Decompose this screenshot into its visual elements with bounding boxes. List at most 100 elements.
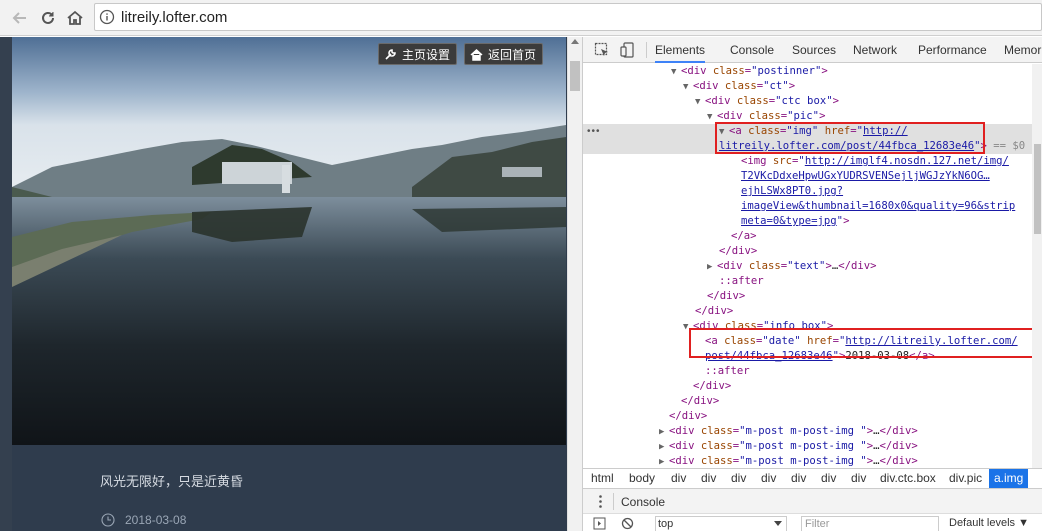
dom-node-postinner[interactable]: ▼ <div class="postinner"> bbox=[583, 64, 1033, 79]
dom-close-div[interactable]: </div> bbox=[583, 289, 1033, 304]
page-viewport: 主页设置 返回首页 风光无限好，只是近黄昏 2018-03-08 bbox=[0, 37, 567, 531]
attr-value: "text" bbox=[787, 260, 826, 272]
attr-value: "m-post m-post-img " bbox=[739, 440, 867, 452]
post-photo[interactable] bbox=[12, 37, 566, 445]
dom-node-m-post[interactable]: ▶ <div class="m-post m-post-img ">…</div> bbox=[583, 439, 1033, 454]
tab-memory[interactable]: Memor bbox=[1004, 37, 1041, 63]
home-icon bbox=[67, 10, 83, 25]
page-scroll-thumb[interactable] bbox=[570, 61, 580, 91]
filter-placeholder: Filter bbox=[805, 518, 830, 530]
dom-close-div[interactable]: </div> bbox=[583, 409, 1033, 424]
back-to-home-button[interactable]: 返回首页 bbox=[464, 43, 544, 65]
crumb-div[interactable]: div bbox=[791, 469, 806, 488]
home-button[interactable] bbox=[63, 6, 87, 30]
toolbar-separator bbox=[646, 42, 647, 58]
highlight-box-date-link bbox=[689, 328, 1037, 358]
dom-node-img[interactable]: <img src="http://imglf4.nosdn.127.net/im… bbox=[583, 154, 1033, 169]
crumb-html[interactable]: html bbox=[591, 469, 614, 488]
src-link[interactable]: ejhLSWx8PT0.jpg? bbox=[741, 185, 843, 197]
dom-scrollbar[interactable] bbox=[1032, 64, 1042, 468]
collapsed-triangle-icon[interactable]: ▶ bbox=[659, 455, 669, 468]
dom-tree[interactable]: ▼ <div class="postinner"> ▼ <div class="ct… bbox=[583, 64, 1042, 468]
pseudo-element: ::after bbox=[719, 275, 764, 287]
more-actions-icon[interactable]: ••• bbox=[587, 126, 601, 137]
dom-node-img-src-3[interactable]: ejhLSWx8PT0.jpg? bbox=[583, 184, 1033, 199]
post-date: 2018-03-08 bbox=[125, 513, 187, 527]
crumb-div[interactable]: div bbox=[821, 469, 836, 488]
crumb-div[interactable]: div bbox=[671, 469, 686, 488]
drawer-tabbar: Console bbox=[583, 488, 1042, 513]
crumb-div[interactable]: div bbox=[851, 469, 866, 488]
dom-pseudo-after[interactable]: ::after bbox=[583, 274, 1033, 289]
context-select[interactable]: top bbox=[655, 516, 787, 531]
tab-console[interactable]: Console bbox=[730, 37, 774, 63]
dom-close-div[interactable]: </div> bbox=[583, 244, 1033, 259]
crumb-div[interactable]: div bbox=[701, 469, 716, 488]
attr-value: "postinner" bbox=[751, 65, 822, 77]
page-scrollbar[interactable] bbox=[567, 37, 582, 531]
src-link[interactable]: http://imglf4.nosdn.127.net/img/ bbox=[805, 155, 1009, 167]
crumb-div-ctc-box[interactable]: div.ctc.box bbox=[880, 469, 936, 488]
inspect-element-icon[interactable] bbox=[593, 41, 611, 59]
src-link[interactable]: meta=0&type=jpg bbox=[741, 215, 837, 227]
dom-close-div[interactable]: </div> bbox=[583, 394, 1033, 409]
console-filter-input[interactable]: Filter bbox=[801, 516, 939, 531]
clear-console-icon[interactable] bbox=[621, 517, 634, 530]
expanded-triangle-icon[interactable]: ▼ bbox=[683, 80, 693, 95]
tab-network[interactable]: Network bbox=[853, 37, 897, 63]
dom-pseudo-after[interactable]: ::after bbox=[583, 364, 1033, 379]
device-toolbar-icon[interactable] bbox=[619, 41, 637, 59]
dom-node-img-src-2[interactable]: T2VKcDdxeHpwUGxYUDRSVENSejljWGJzYkN6OG… bbox=[583, 169, 1033, 184]
reload-button[interactable] bbox=[36, 6, 60, 30]
drawer-menu-icon[interactable] bbox=[599, 495, 602, 508]
dom-node-ctc-box[interactable]: ▼ <div class="ctc box"> bbox=[583, 94, 1033, 109]
browser-toolbar: litreily.lofter.com bbox=[0, 0, 1042, 36]
console-toolbar: top Filter Default levels ▼ bbox=[583, 513, 1042, 531]
src-link[interactable]: T2VKcDdxeHpwUGxYUDRSVENSejljWGJzYkN6OG… bbox=[741, 170, 990, 182]
sidebar-toggle-icon[interactable] bbox=[593, 517, 606, 530]
log-levels-dropdown[interactable]: Default levels ▼ bbox=[949, 517, 1029, 529]
expanded-triangle-icon[interactable]: ▼ bbox=[671, 65, 681, 80]
dom-node-ct[interactable]: ▼ <div class="ct"> bbox=[583, 79, 1033, 94]
attr-name: class bbox=[700, 455, 733, 467]
info-icon bbox=[99, 9, 115, 25]
dom-close-a[interactable]: </a> bbox=[583, 229, 1033, 244]
tab-performance[interactable]: Performance bbox=[918, 37, 987, 63]
dom-close-div[interactable]: </div> bbox=[583, 379, 1033, 394]
dom-node-img-src-4[interactable]: imageView&thumbnail=1680x0&quality=96&st… bbox=[583, 199, 1033, 214]
post-date-row[interactable]: 2018-03-08 bbox=[101, 513, 186, 527]
scroll-up-arrow-icon[interactable] bbox=[571, 39, 579, 44]
src-link[interactable]: imageView&thumbnail=1680x0&quality=96&st… bbox=[741, 200, 1015, 212]
dom-node-text[interactable]: ▶ <div class="text">…</div> bbox=[583, 259, 1033, 274]
attr-name: class bbox=[748, 260, 781, 272]
home-settings-button[interactable]: 主页设置 bbox=[378, 43, 458, 65]
expanded-triangle-icon[interactable]: ▼ bbox=[695, 95, 705, 110]
collapsed-triangle-icon[interactable]: ▶ bbox=[659, 440, 669, 455]
dom-node-img-src-5[interactable]: meta=0&type=jpg"> bbox=[583, 214, 1033, 229]
attr-name: class bbox=[724, 80, 757, 92]
reload-icon bbox=[42, 11, 54, 24]
attr-name: class bbox=[700, 440, 733, 452]
collapsed-triangle-icon[interactable]: ▶ bbox=[659, 425, 669, 440]
collapsed-triangle-icon[interactable]: ▶ bbox=[707, 260, 717, 275]
drawer-separator bbox=[613, 493, 614, 510]
drawer-tab-console[interactable]: Console bbox=[621, 495, 665, 509]
back-button[interactable] bbox=[8, 6, 32, 30]
dom-scroll-thumb[interactable] bbox=[1034, 144, 1041, 234]
wrench-icon bbox=[385, 48, 396, 60]
pseudo-element: ::after bbox=[705, 365, 750, 377]
crumb-a-img[interactable]: a.img bbox=[989, 469, 1029, 488]
dom-close-div[interactable]: </div> bbox=[583, 304, 1033, 319]
attr-name: class bbox=[748, 110, 781, 122]
attr-name: class bbox=[736, 95, 769, 107]
dom-node-m-post[interactable]: ▶ <div class="m-post m-post-img ">…</div> bbox=[583, 424, 1033, 439]
attr-value: "m-post m-post-img " bbox=[739, 425, 867, 437]
crumb-div[interactable]: div bbox=[731, 469, 746, 488]
tab-sources[interactable]: Sources bbox=[792, 37, 836, 63]
crumb-div[interactable]: div bbox=[761, 469, 776, 488]
dom-node-m-post[interactable]: ▶ <div class="m-post m-post-img ">…</div> bbox=[583, 454, 1033, 468]
crumb-body[interactable]: body bbox=[629, 469, 655, 488]
crumb-div-pic[interactable]: div.pic bbox=[949, 469, 982, 488]
tab-elements[interactable]: Elements bbox=[655, 37, 706, 63]
address-bar[interactable]: litreily.lofter.com bbox=[94, 3, 1042, 31]
